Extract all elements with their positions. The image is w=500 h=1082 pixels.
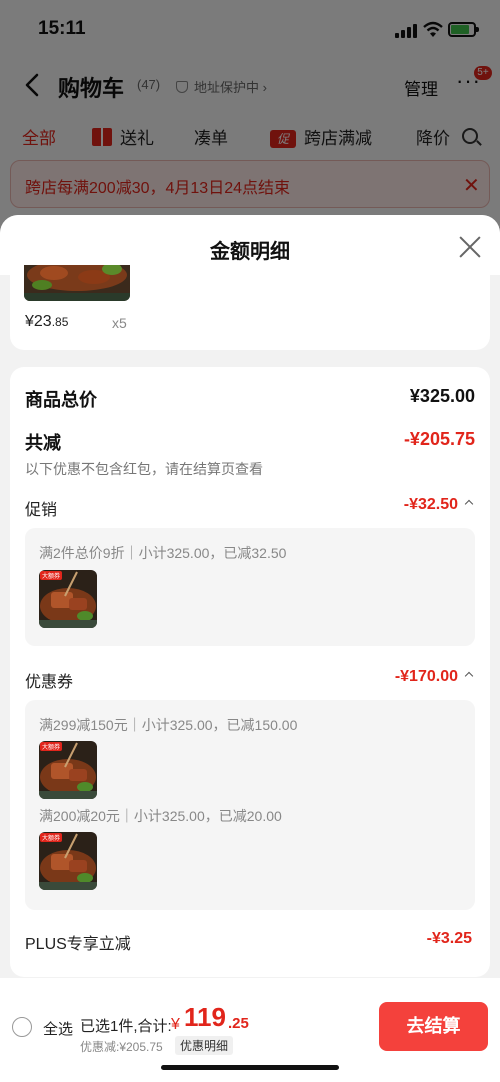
discount-note: 以下优惠不包含红包，请在结算页查看	[25, 461, 263, 477]
plus-discount-value: -¥3.25	[426, 930, 472, 947]
close-icon[interactable]	[458, 235, 482, 259]
selected-summary: 已选1件,合计:	[80, 1018, 172, 1035]
coupon-detail-2: 满200减20元｜小计325.00，已减20.00	[39, 808, 282, 824]
promotion-value: -¥32.50	[403, 496, 458, 513]
promotion-detail: 满2件总价9折｜小计325.00，已减32.50	[39, 545, 287, 561]
total-currency: ¥	[171, 1016, 180, 1033]
total-discount-label: 共减	[25, 433, 61, 453]
discount-detail-link[interactable]: 优惠明细	[175, 1036, 234, 1055]
plus-discount-label: PLUS专享立减	[25, 936, 131, 953]
goods-total-label: 商品总价	[25, 390, 97, 410]
thumbnail-tag: 大额券	[40, 833, 63, 842]
thumbnail-tag: 大额券	[40, 742, 63, 751]
goods-total-value: ¥325.00	[409, 386, 475, 406]
select-all-checkbox[interactable]	[12, 1017, 32, 1037]
item-price: ¥23.85	[25, 313, 68, 331]
product-image[interactable]	[24, 265, 130, 301]
chevron-up-icon	[464, 499, 474, 509]
checkout-button[interactable]: 去结算	[379, 1002, 488, 1051]
item-price-dec: .85	[51, 315, 69, 329]
price-detail-card: 商品总价 ¥325.00 共减 -¥205.75 以下优惠不包含红包，请在结算页…	[10, 367, 490, 977]
coupon-panel: 满299减150元｜小计325.00，已减150.00 大额券 满200减20元…	[25, 700, 475, 910]
total-amount-int: 119	[184, 1002, 226, 1032]
product-thumbnail[interactable]: 大额券	[39, 832, 97, 890]
total-discount-value: -¥205.75	[403, 429, 475, 449]
product-thumbnail[interactable]: 大额券	[39, 570, 97, 628]
home-indicator	[161, 1065, 339, 1070]
item-price-int: ¥23	[25, 313, 52, 330]
sheet-title: 金额明细	[210, 241, 290, 263]
item-card: ¥23.85 x5	[10, 265, 490, 350]
amount-detail-sheet: 金额明细 ¥23.85 x5 商品总价 ¥325.00 共减 -¥205.75 …	[0, 215, 500, 1082]
select-all-label[interactable]: 全选	[43, 1018, 73, 1039]
promotion-panel: 满2件总价9折｜小计325.00，已减32.50 大额券	[25, 528, 475, 646]
thumbnail-tag: 大额券	[40, 571, 63, 580]
item-quantity: x5	[112, 315, 127, 331]
coupon-toggle[interactable]: -¥170.00	[394, 668, 474, 686]
chevron-up-icon	[464, 671, 474, 681]
promotion-toggle[interactable]: -¥32.50	[403, 496, 474, 514]
coupon-detail-1: 满299减150元｜小计325.00，已减150.00	[39, 717, 298, 733]
product-thumbnail[interactable]: 大额券	[39, 741, 97, 799]
total-amount-dec: .25	[228, 1015, 249, 1032]
promotion-label: 促销	[25, 502, 58, 519]
discount-summary: 优惠减:¥205.75	[80, 1040, 163, 1054]
coupon-label: 优惠券	[25, 674, 74, 691]
dim-overlay[interactable]	[0, 0, 500, 220]
coupon-value: -¥170.00	[394, 668, 458, 685]
